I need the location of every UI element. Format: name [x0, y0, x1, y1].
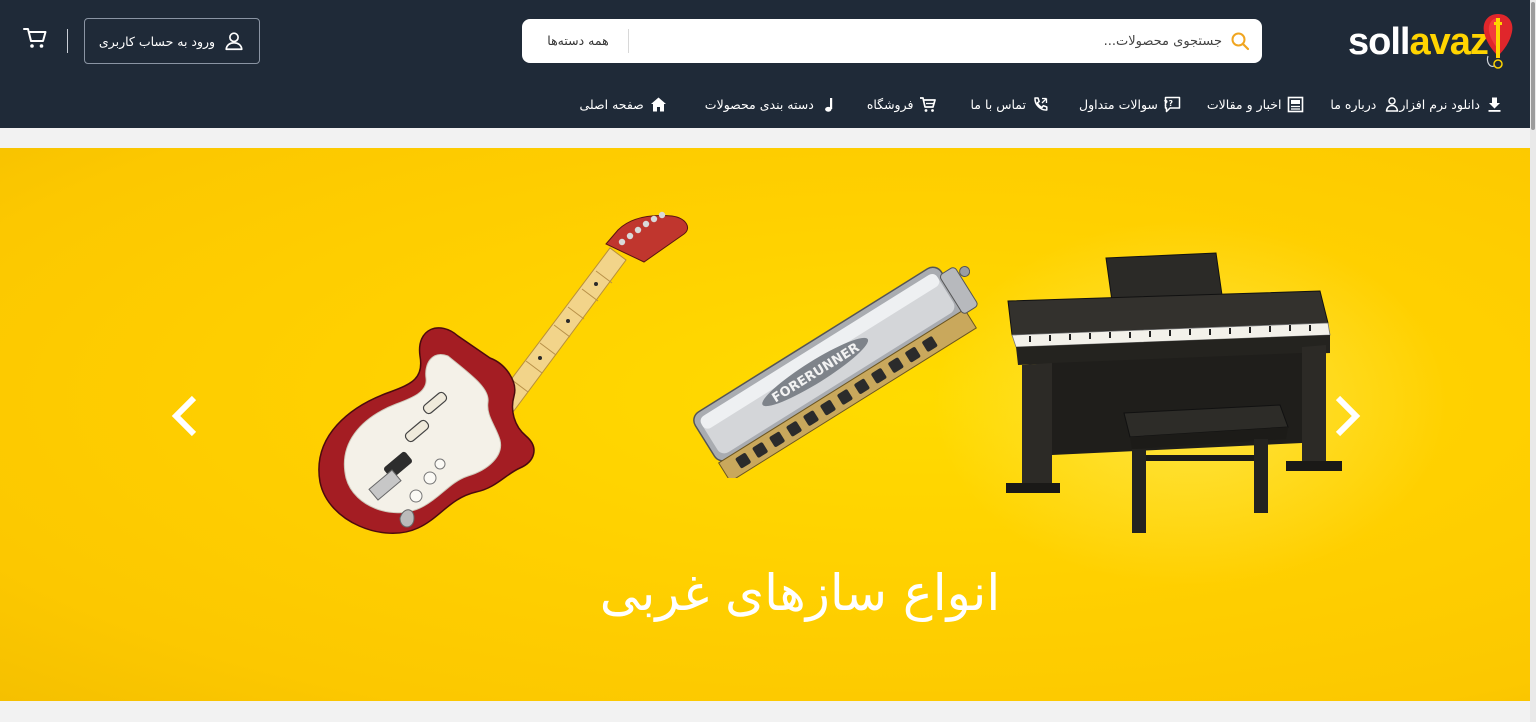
- hero-slider: FORERUNNER انواع سازهای غربی: [0, 148, 1530, 701]
- cart-icon: [920, 97, 937, 112]
- nav-item-home[interactable]: صفحه اصلی: [579, 81, 666, 128]
- nav-label: سوالات متداول: [1078, 97, 1158, 112]
- music-note-icon: [824, 98, 833, 112]
- category-select[interactable]: همه دسته‌ها: [530, 19, 626, 63]
- page-scrollbar[interactable]: [1530, 0, 1536, 722]
- newspaper-icon: [1288, 96, 1304, 113]
- download-icon: [1488, 97, 1501, 112]
- top-header: sollavaz همه دسته‌ها ورود به حساب کاربری: [0, 0, 1530, 81]
- home-icon: [650, 97, 666, 112]
- user-icon: [225, 32, 243, 51]
- nav-item-about[interactable]: ? درباره ما: [1330, 81, 1399, 128]
- faq-icon: ??: [1164, 96, 1181, 113]
- login-button[interactable]: ورود به حساب کاربری: [84, 18, 260, 64]
- guitar-pick-logo-icon: [1483, 14, 1513, 69]
- slider-prev-arrow-icon[interactable]: [168, 394, 204, 438]
- slide-caption: انواع سازهای غربی: [599, 564, 1001, 622]
- header-divider: [67, 29, 68, 53]
- nav-label: تماس با ما: [970, 97, 1026, 112]
- harmonica-image: FORERUNNER: [693, 266, 978, 478]
- nav-list: صفحه اصلی دسته بندی محصولات فروشگاه تماس…: [546, 81, 1503, 128]
- nav-label: دسته بندی محصولات: [704, 97, 814, 112]
- nav-label: دانلود نرم افزار: [1399, 97, 1480, 112]
- nav-label: صفحه اصلی: [579, 97, 644, 112]
- site-logo[interactable]: sollavaz: [1348, 12, 1516, 70]
- search-divider: [628, 29, 629, 53]
- nav-label: فروشگاه: [866, 97, 914, 112]
- digital-piano-image: [1006, 252, 1342, 533]
- nav-label: اخبار و مقالات: [1206, 97, 1282, 112]
- electric-guitar-image: [318, 211, 688, 534]
- svg-text:?: ?: [1169, 99, 1173, 108]
- nav-item-categories[interactable]: دسته بندی محصولات: [705, 81, 837, 128]
- svg-text:?: ?: [1164, 99, 1168, 108]
- phone-icon: [1034, 97, 1048, 111]
- slider-next-arrow-icon[interactable]: [1328, 394, 1364, 438]
- search-icon[interactable]: [1230, 31, 1250, 51]
- nav-item-download[interactable]: دانلود نرم افزار: [1399, 81, 1503, 128]
- login-label: ورود به حساب کاربری: [98, 33, 216, 49]
- cart-icon[interactable]: [22, 26, 48, 50]
- nav-item-contact[interactable]: تماس با ما: [970, 81, 1049, 128]
- main-nav: صفحه اصلی دسته بندی محصولات فروشگاه تماس…: [0, 81, 1530, 128]
- user-question-icon: ?: [1386, 97, 1399, 112]
- nav-item-faq[interactable]: ?? سوالات متداول: [1079, 81, 1181, 128]
- nav-item-shop[interactable]: فروشگاه: [867, 81, 937, 128]
- search-input[interactable]: [632, 19, 1222, 63]
- nav-item-news[interactable]: اخبار و مقالات: [1207, 81, 1305, 128]
- search-bar: همه دسته‌ها: [522, 19, 1262, 63]
- logo-text: sollavaz: [1348, 21, 1489, 63]
- nav-label: درباره ما: [1330, 97, 1377, 112]
- scrollbar-thumb[interactable]: [1531, 2, 1535, 130]
